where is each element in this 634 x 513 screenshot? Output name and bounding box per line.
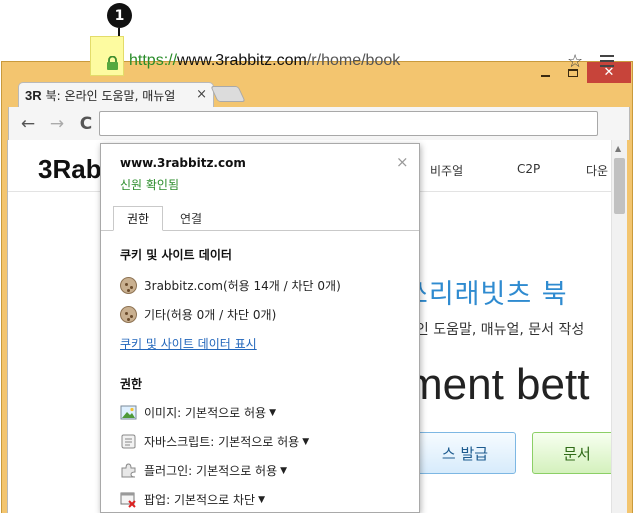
site-logo[interactable]: 3Rab <box>38 154 102 185</box>
site-info-popup: www.3rabbitz.com 신원 확인됨 × 권한 연결 쿠키 및 사이트… <box>100 143 420 513</box>
cookie-section-title: 쿠키 및 사이트 데이터 <box>120 248 232 262</box>
cookie-row-label: 3rabbitz.com(허용 14개 / 차단 0개) <box>144 279 341 293</box>
url-text[interactable]: https://www.3rabbitz.com/r/home/book <box>129 52 400 70</box>
tab-close-icon[interactable]: × <box>196 87 207 102</box>
lock-icon[interactable] <box>106 56 119 70</box>
forward-button[interactable]: → <box>46 113 68 135</box>
tab-connection[interactable]: 연결 <box>171 206 211 231</box>
image-icon <box>120 405 137 420</box>
permission-value[interactable]: 기본적으로 허용 <box>196 462 277 479</box>
permission-label: 플러그인: <box>144 464 193 478</box>
permission-label: 이미지: <box>144 406 182 420</box>
cookie-row: 기타(허용 0개 / 차단 0개) <box>120 306 276 323</box>
permission-label: 팝업: <box>144 493 171 507</box>
dropdown-caret-icon[interactable]: ▼ <box>302 437 309 447</box>
script-icon <box>121 434 136 449</box>
popup-close-icon[interactable]: × <box>396 153 409 171</box>
url-scheme: https:// <box>129 52 178 69</box>
popup-blocked-icon <box>120 492 136 508</box>
dropdown-caret-icon[interactable]: ▼ <box>269 408 276 418</box>
nav-item-visual[interactable]: 비주얼 <box>430 162 463 179</box>
browser-tab[interactable]: 3R 북: 온라인 도움말, 매뉴얼 × <box>18 82 214 108</box>
popup-site-name: www.3rabbitz.com <box>120 156 246 170</box>
cookie-icon <box>120 277 137 294</box>
address-bar[interactable] <box>99 111 598 136</box>
permission-row-images[interactable]: 이미지: 기본적으로 허용 ▼ <box>120 404 276 421</box>
nav-item-download[interactable]: 다운 <box>586 162 608 179</box>
scroll-up-icon[interactable]: ▲ <box>615 144 621 153</box>
scrollbar-thumb[interactable] <box>614 158 625 214</box>
minimize-button[interactable] <box>531 62 559 83</box>
permission-value[interactable]: 기본적으로 허용 <box>185 404 266 421</box>
popup-identity-status: 신원 확인됨 <box>120 178 180 192</box>
bookmark-star-icon[interactable]: ☆ <box>567 51 583 72</box>
cookie-icon <box>120 306 137 323</box>
hero-title: 쓰리래빗츠 북 <box>403 279 568 310</box>
back-button[interactable]: ← <box>17 113 39 135</box>
toolbar: ← → C <box>8 107 630 140</box>
permission-value[interactable]: 기본적으로 허용 <box>218 433 299 450</box>
hero-subtitle: 라인 도움말, 매뉴얼, 문서 작성 <box>403 322 585 338</box>
permissions-section-title: 권한 <box>120 377 143 391</box>
permission-row-javascript[interactable]: 자바스크립트: 기본적으로 허용 ▼ <box>120 433 309 450</box>
chrome-menu-icon[interactable] <box>600 55 614 70</box>
dropdown-caret-icon[interactable]: ▼ <box>280 466 287 476</box>
document-button[interactable]: 문서 <box>532 432 622 474</box>
plugin-icon <box>121 463 136 478</box>
url-host: www.3rabbitz.com <box>177 52 307 69</box>
nav-item-c2p[interactable]: C2P <box>517 162 540 176</box>
cookie-row: 3rabbitz.com(허용 14개 / 차단 0개) <box>120 277 341 294</box>
permission-value[interactable]: 기본적으로 차단 <box>174 491 255 508</box>
tab-favicon: 3R <box>25 88 42 103</box>
reload-button[interactable]: C <box>75 113 97 135</box>
show-cookies-link[interactable]: 쿠키 및 사이트 데이터 표시 <box>120 335 257 352</box>
dropdown-caret-icon[interactable]: ▼ <box>258 495 265 505</box>
url-path: /r/home/book <box>306 52 401 69</box>
hero-tagline: ment bett <box>406 360 590 409</box>
cookie-row-label: 기타(허용 0개 / 차단 0개) <box>144 308 277 322</box>
tab-permissions[interactable]: 권한 <box>113 206 163 231</box>
license-button[interactable]: 스 발급 <box>404 432 516 474</box>
permission-row-popups[interactable]: 팝업: 기본적으로 차단 ▼ <box>120 491 265 508</box>
permission-row-plugins[interactable]: 플러그인: 기본적으로 허용 ▼ <box>120 462 287 479</box>
tab-title: 북: 온라인 도움말, 매뉴얼 <box>45 89 176 103</box>
permission-label: 자바스크립트: <box>144 435 215 449</box>
minimize-icon <box>540 74 550 77</box>
callout-number-badge: 1 <box>107 3 132 28</box>
new-tab-button[interactable] <box>210 86 246 102</box>
